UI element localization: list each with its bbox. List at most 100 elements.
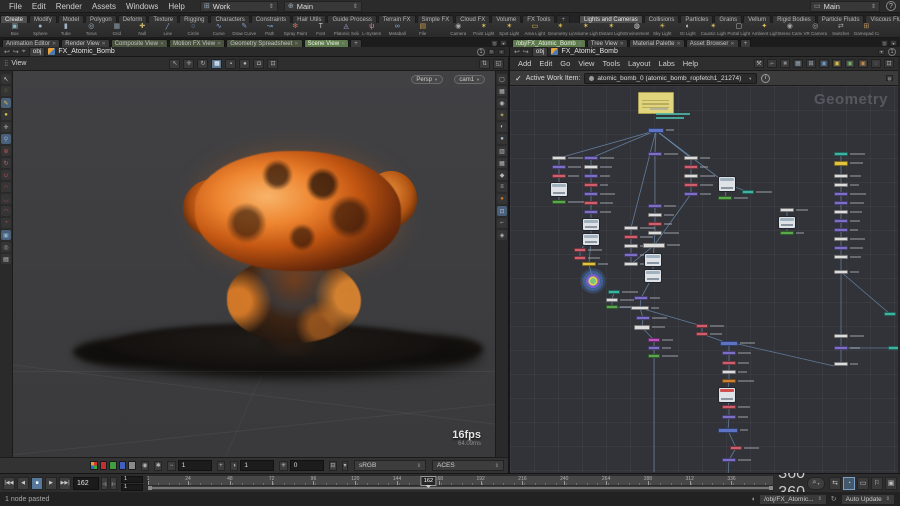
graph-node[interactable]	[684, 156, 710, 160]
graph-node[interactable]	[648, 204, 676, 208]
shelf-tab-hair-utils[interactable]: Hair Utils	[292, 15, 327, 23]
alpha-channel-button[interactable]	[128, 461, 136, 470]
shelf-tool-spray-paint[interactable]: ✻ Spray Paint	[283, 23, 309, 36]
left-tab-composite-view[interactable]: Composite View ✕	[110, 39, 169, 47]
flag-blue-icon[interactable]: ▣	[819, 59, 829, 68]
graph-node[interactable]	[634, 296, 660, 300]
secure-selection-icon[interactable]: ▪	[225, 58, 237, 69]
graph-node[interactable]	[631, 306, 659, 310]
menu-help[interactable]: Help	[163, 2, 189, 11]
forward-icon[interactable]: ↪	[13, 48, 19, 56]
pane-menu-icon[interactable]: ▾	[500, 40, 507, 46]
graph-node[interactable]	[742, 190, 772, 194]
magnet-icon[interactable]: ◔	[1, 218, 11, 228]
playhead[interactable]: 162	[420, 475, 437, 486]
net-menu-edit[interactable]: Edit	[535, 59, 556, 68]
net-menu-view[interactable]: View	[574, 59, 598, 68]
graph-node[interactable]	[648, 152, 678, 156]
snap-multi-icon[interactable]: ◠	[1, 206, 11, 216]
shadows-icon[interactable]: ◐	[497, 122, 507, 132]
shelf-tab-rigid-bodies[interactable]: Rigid Bodies	[772, 15, 816, 23]
graph-node[interactable]	[696, 324, 724, 328]
shelf-tab-deform[interactable]: Deform	[117, 15, 148, 23]
shelf-tab-polygon[interactable]: Polygon	[85, 15, 117, 23]
graph-node[interactable]	[834, 255, 861, 259]
search-icon[interactable]: ◌	[871, 59, 881, 68]
shelf-tab-create[interactable]: Create	[0, 15, 29, 23]
context-chip[interactable]: obj	[531, 46, 549, 57]
left-tab-animation-editor[interactable]: Animation Editor ✕	[2, 39, 61, 47]
graph-node[interactable]	[834, 334, 864, 338]
hierarchy-icon[interactable]: ⌐	[767, 59, 777, 68]
graph-node[interactable]	[722, 370, 747, 374]
shelf-tab-model[interactable]: Model	[57, 15, 85, 23]
graph-node[interactable]	[684, 174, 715, 178]
timeline-ruler[interactable]: 162 1 24 48 72 96 120 144 168 192 216 240 264 288 312…	[147, 474, 775, 486]
work-item-check-icon[interactable]: ✓	[515, 74, 522, 83]
shelf-tab-texture[interactable]: Texture	[148, 15, 179, 23]
file-cache-node[interactable]	[778, 216, 796, 229]
flipbook-icon[interactable]: ▤	[1, 254, 11, 264]
graph-node[interactable]	[834, 270, 859, 274]
shelf-tool-draw-curve[interactable]: ✎ Draw Curve	[232, 23, 258, 36]
file-cache-node[interactable]	[582, 233, 600, 246]
graph-node[interactable]	[722, 415, 748, 419]
left-tab-geometry-spreadsheet[interactable]: Geometry Spreadsheet ✕	[226, 39, 303, 47]
context-chip[interactable]: obj	[28, 46, 46, 57]
net-menu-labs[interactable]: Labs	[654, 59, 678, 68]
snapshot-icon[interactable]: ⊡	[267, 58, 279, 69]
graph-node[interactable]	[834, 210, 862, 214]
jump-end-button[interactable]: ▶▶|	[59, 476, 71, 490]
shelf-tool-point-light[interactable]: ✶ Point Light	[471, 23, 497, 36]
graph-node[interactable]	[606, 305, 632, 309]
contrast-field[interactable]: 1	[240, 460, 275, 471]
graph-node[interactable]	[722, 458, 751, 462]
shelf-tab-grains[interactable]: Grains	[714, 15, 743, 23]
range-slider[interactable]	[147, 485, 775, 491]
red-channel-button[interactable]	[99, 461, 108, 470]
layout-single-icon[interactable]: ▢	[497, 74, 507, 84]
graph-node[interactable]	[834, 201, 864, 205]
pane-link-icon[interactable]: ⇅	[479, 58, 490, 69]
pane-maximize-icon[interactable]: ◱	[493, 58, 504, 69]
graph-node[interactable]	[584, 210, 611, 214]
graph-node[interactable]	[552, 165, 581, 169]
shelf-tab-rigging[interactable]: Rigging	[179, 15, 210, 23]
graph-node[interactable]	[552, 200, 584, 204]
range-handle-left[interactable]	[148, 485, 152, 490]
copy-frame-icon[interactable]: ▣	[885, 476, 897, 490]
tools-icon[interactable]: ⚒	[754, 59, 764, 68]
shelf-tab-simple-fx[interactable]: Simple FX	[416, 15, 455, 23]
pane-split-icon[interactable]: ◫	[491, 40, 498, 46]
current-node-path[interactable]: FX_Atomic_Bomb	[58, 48, 114, 55]
graph-node[interactable]	[624, 244, 651, 248]
graph-node[interactable]	[834, 161, 863, 166]
shelf-tab-[interactable]: +	[556, 15, 570, 23]
layout-grid-icon[interactable]: ⊞	[806, 59, 816, 68]
graph-node[interactable]	[634, 325, 665, 330]
shelf-tab-fx-tools[interactable]: FX Tools	[522, 15, 556, 23]
handle-align-icon[interactable]: ⊕	[1, 146, 11, 156]
graph-node[interactable]	[648, 354, 678, 358]
graph-node[interactable]	[834, 237, 865, 241]
shelf-tool-path[interactable]: ↝ Path	[257, 23, 283, 36]
shelf-tool-gamepad-camera[interactable]: ⊞Gamepad Camera	[854, 23, 880, 36]
record-dot-icon[interactable]: ●	[497, 194, 507, 204]
shelf-tool-stereo-camera[interactable]: ◉Stereo Camera	[777, 23, 803, 36]
graph-node[interactable]	[722, 361, 749, 365]
graph-node[interactable]	[624, 226, 655, 230]
shelf-tab-viscous-fluids[interactable]: Viscous Fluids	[865, 15, 900, 23]
back-icon[interactable]: ↩	[514, 48, 520, 56]
audio-icon[interactable]: ⚐	[871, 476, 883, 490]
play-button[interactable]: ▶	[45, 476, 57, 490]
shelf-tab-cloud-fx[interactable]: Cloud FX	[455, 15, 491, 23]
display-icon[interactable]: ■	[780, 59, 790, 68]
graph-node[interactable]	[720, 341, 755, 346]
shelf-tab-collisions[interactable]: Collisions	[643, 15, 680, 23]
jump-start-button[interactable]: |◀◀	[3, 476, 15, 490]
graph-node[interactable]	[584, 165, 612, 169]
gamma-field[interactable]: 1	[177, 460, 212, 471]
graph-node[interactable]	[624, 253, 649, 257]
range-handle-right[interactable]	[769, 485, 774, 490]
lut-icon[interactable]: ⊟	[328, 460, 338, 471]
